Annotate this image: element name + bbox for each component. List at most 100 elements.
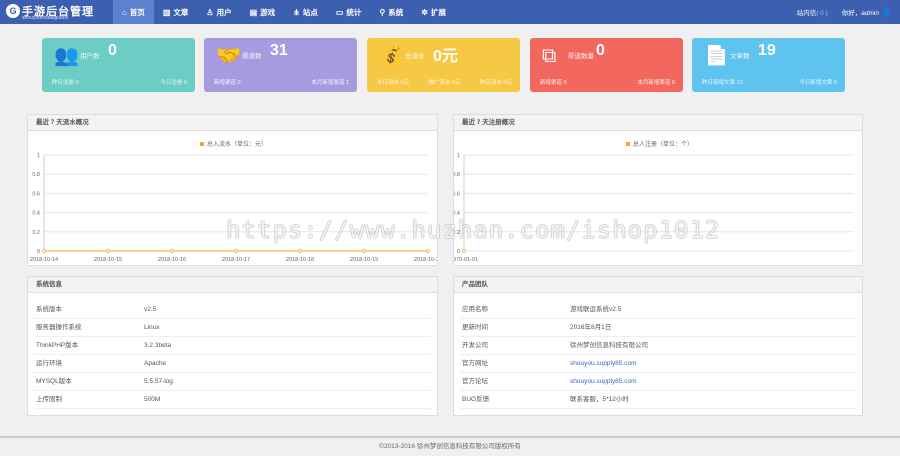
info-link[interactable]: shouyou.supply85.com [570,355,637,372]
handshake-icon: 🤝 [216,45,241,67]
info-link[interactable]: shouyou.supply85.com [570,373,637,390]
y-tick-label: 0.8 [454,172,460,178]
nav-item-1[interactable]: ▥ 文章 [154,0,198,24]
top-navbar: G 手游后台管理 shouyouhoutaiguanli ⌂ 首页 ▥ 文章 ♙ 用户 ▤ 游… [0,0,900,24]
info-row: 更新时间 2016年8月1日 [460,319,856,337]
nav-label: 统计 [346,7,362,17]
card-label: 用户数 [80,53,100,60]
data-point[interactable] [106,249,110,253]
y-tick-label: 0.8 [32,172,40,178]
data-point[interactable] [170,249,174,253]
data-point[interactable] [42,249,46,253]
link-icon: ⚲ [379,7,386,17]
card-footer-middle: 推广流水 0元 [428,80,461,86]
card-label: 渠道数 [242,53,262,60]
y-tick-label: 1 [37,153,40,159]
card-value: 0 [108,42,117,59]
nav-label: 站点 [302,7,318,17]
nav-item-2[interactable]: ♙ 用户 [197,0,240,24]
nav-label: 用户 [216,7,232,17]
x-tick-label: 2018-10-14 [30,257,58,263]
info-key: 官方论坛 [462,378,488,385]
user-greeting: 你好，admin 👤 [842,7,892,18]
book-icon: ▤ [249,7,258,17]
info-key: 服务器操作系统 [36,324,82,331]
nav-item-0[interactable]: ⌂ 首页 [113,0,154,24]
main-nav: ⌂ 首页 ▥ 文章 ♙ 用户 ▤ 游戏 ⋔ 站点 ▭ 统计 ⚲ 系统 ✲ 扩展 [113,0,455,24]
y-tick-label: 0 [37,249,40,255]
greeting-text: 你好， [841,9,862,17]
data-point[interactable] [462,249,466,253]
home-icon: ⌂ [122,7,127,17]
info-row: MYSQL版本 5.5.57-log [34,373,431,391]
hierarchy-icon: ⧉ [542,45,557,67]
card-value: 0元 [433,48,458,65]
card-footer-left: 新增渠道 0 [214,80,241,86]
stat-card[interactable]: 💰 总流水 0元 今日流水 0元 推广流水 0元 昨日流水 0元 [367,38,520,92]
card-footer-left: 昨日注册 0 [52,80,79,86]
info-value: 联系客服，5*12小时 [570,396,629,403]
nav-item-6[interactable]: ⚲ 系统 [370,0,412,24]
stat-card[interactable]: 👥 用户数 0 昨日注册 0 今日注册 0 [42,38,195,92]
x-tick-label: 1970-01-01 [454,257,478,263]
nav-item-7[interactable]: ✲ 扩展 [412,0,455,24]
data-point[interactable] [298,249,302,253]
card-footer-left: 昨日新增文章 13 [702,80,743,86]
info-row: 服务器操作系统 Linux [34,319,431,337]
x-tick-label: 2018-10-15 [94,257,122,263]
user-icon: ♙ [206,7,214,17]
coins-icon: 💰 [379,45,404,67]
card-footer-right: 今日注册 0 [160,80,187,86]
info-key: 上传限制 [36,396,62,403]
info-value: Linux [144,324,160,331]
card-footer-left: 新增渠道 0 [540,80,567,86]
info-row: ThinkPHP版本 3.2.3beta [34,337,431,355]
logo[interactable]: G 手游后台管理 shouyouhoutaiguanli [6,3,106,21]
info-value: 游戏联运系统v2.5 [570,306,622,313]
user-avatar-icon[interactable]: 👤 [881,7,892,17]
info-value: 5.5.57-log [144,378,173,385]
info-key: MYSQL版本 [36,378,72,385]
info-value: 2016年8月1日 [570,324,612,331]
info-value: v2.5 [144,306,157,313]
card-footer: 今日流水 0元 推广流水 0元 昨日流水 0元 [377,78,512,86]
info-value: 徐州梦创信息科技有限公司 [570,342,648,349]
y-tick-label: 0.2 [32,230,40,236]
card-footer-left: 今日流水 0元 [377,80,410,86]
card-footer-right: 本月新增渠道 0 [637,80,675,86]
card-value: 31 [270,42,288,59]
product-team-panel: 产品团队 应用名称 游戏联运系统v2.5 更新时间 2016年8月1日 开发公司 徐州梦创… [453,276,863,416]
chart-icon: ▥ [162,7,171,17]
nav-item-3[interactable]: ▤ 游戏 [241,0,285,24]
info-row: 官方网址 shouyou.supply85.com [460,355,856,373]
nav-label: 文章 [173,7,189,17]
username[interactable]: admin [861,10,879,17]
info-key: 官方网址 [462,360,488,367]
watermark: https://www.huzhan.com/ishop1012 [226,216,721,244]
data-point[interactable] [234,249,238,253]
stat-card[interactable]: ⧉ 渠道数量 0 新增渠道 0 本月新增渠道 0 [530,38,683,92]
monitor-icon: ▭ [335,7,344,17]
y-tick-label: 1 [457,153,460,159]
x-tick-label: 2018-10-18 [286,257,314,263]
info-value: Apache [144,360,167,367]
nav-label: 游戏 [260,7,276,17]
card-value: 0 [596,42,605,59]
stat-card[interactable]: 🤝 渠道数 31 新增渠道 0 本月新增渠道 1 [204,38,357,92]
revenue-line-chart: 0 0.2 0.4 0.6 0.8 1 2018-10-14 2018-10-15 2018-1… [30,153,437,263]
messages-link[interactable]: 站内信( 0 ) [797,7,828,17]
info-row: 上传限制 500M [34,391,431,409]
stat-cards: 👥 用户数 0 昨日注册 0 今日注册 0 🤝 渠道数 31 新增渠道 0 本月新增渠道 1 💰 总流… [42,38,872,92]
stat-card[interactable]: 📄 文章数 19 昨日新增文章 13 今日新增文章 0 [692,38,845,92]
info-key: 运行环境 [36,360,62,367]
system-info-panel: 系统信息 系统版本 v2.5 服务器操作系统 Linux ThinkPHP版本 3.2.3… [27,276,438,416]
x-tick-label: 2018-10-16 [158,257,186,263]
users-icon: 👥 [54,45,79,67]
nav-item-5[interactable]: ▭ 统计 [327,0,371,24]
card-footer: 新增渠道 0 本月新增渠道 0 [540,78,675,86]
nav-label: 首页 [129,7,145,17]
data-point[interactable] [426,249,430,253]
nav-item-4[interactable]: ⋔ 站点 [284,0,327,24]
info-key: 开发公司 [462,342,488,349]
data-point[interactable] [362,249,366,253]
